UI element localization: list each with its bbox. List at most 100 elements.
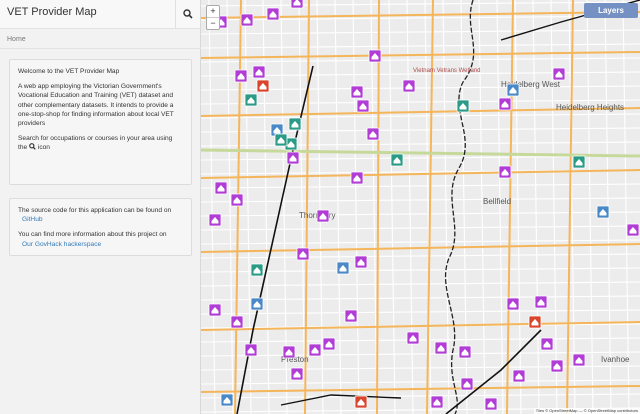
provider-marker[interactable] — [240, 13, 254, 27]
provider-marker[interactable] — [308, 343, 322, 357]
breadcrumb-home[interactable]: Home — [7, 36, 26, 43]
provider-marker[interactable] — [344, 309, 358, 323]
provider-marker[interactable] — [402, 79, 416, 93]
github-link[interactable]: GitHub — [22, 216, 43, 223]
provider-marker[interactable] — [250, 297, 264, 311]
minor-street — [262, 0, 270, 414]
provider-marker[interactable] — [286, 151, 300, 165]
provider-marker[interactable] — [350, 85, 364, 99]
provider-marker[interactable] — [456, 99, 470, 113]
search-hint: Search for occupations or courses in you… — [18, 134, 183, 152]
provider-marker[interactable] — [244, 343, 258, 357]
provider-marker[interactable] — [552, 67, 566, 81]
major-road — [304, 0, 310, 414]
source-code-text: The source code for this application can… — [18, 207, 172, 214]
provider-marker[interactable] — [230, 193, 244, 207]
provider-marker[interactable] — [274, 133, 288, 147]
provider-marker[interactable] — [458, 345, 472, 359]
minor-street — [201, 309, 640, 315]
minor-street — [334, 0, 342, 414]
provider-marker[interactable] — [256, 79, 270, 93]
provider-marker[interactable] — [336, 261, 350, 275]
provider-marker[interactable] — [214, 181, 228, 195]
provider-marker[interactable] — [220, 393, 234, 407]
map-canvas[interactable]: Heidelberg WestHeidelberg HeightsBellfie… — [201, 0, 640, 414]
provider-marker[interactable] — [484, 397, 498, 411]
minor-street — [550, 0, 558, 414]
provider-marker[interactable] — [296, 247, 310, 261]
major-road — [201, 51, 640, 59]
welcome-body: A web app employing the Victorian Govern… — [18, 83, 174, 128]
minor-street — [406, 0, 414, 414]
provider-marker[interactable] — [350, 171, 364, 185]
provider-marker[interactable] — [230, 315, 244, 329]
search-button[interactable] — [175, 0, 200, 28]
provider-marker[interactable] — [368, 49, 382, 63]
provider-marker[interactable] — [250, 263, 264, 277]
project-info-text: You can find more information about this… — [18, 231, 167, 239]
provider-marker[interactable] — [252, 65, 266, 79]
provider-marker[interactable] — [430, 395, 444, 409]
map-attribution: Tiles © OpenStreetMap — © OpenStreetMap … — [533, 408, 640, 414]
provider-marker[interactable] — [572, 353, 586, 367]
provider-marker[interactable] — [506, 297, 520, 311]
minor-street — [201, 43, 640, 49]
major-road — [506, 0, 514, 414]
map-labels: Heidelberg WestHeidelberg HeightsBellfie… — [281, 68, 630, 364]
minor-street — [478, 0, 486, 414]
source-code-line: The source code for this application can… — [18, 206, 183, 224]
zoom-control: + − — [206, 5, 220, 30]
provider-marker[interactable] — [626, 223, 640, 237]
provider-marker[interactable] — [366, 127, 380, 141]
minor-street — [201, 29, 640, 35]
map-label: Heidelberg Heights — [556, 103, 624, 112]
search-icon — [29, 143, 36, 151]
map-label: Vietnam Vetrans Wetland — [413, 68, 481, 74]
map-view[interactable]: Heidelberg West Heidelberg Heights Bellfie… — [201, 0, 640, 414]
minor-street — [201, 393, 640, 399]
provider-marker[interactable] — [550, 359, 564, 373]
provider-marker[interactable] — [572, 155, 586, 169]
divider — [0, 48, 200, 49]
provider-marker[interactable] — [234, 69, 248, 83]
provider-marker[interactable] — [460, 377, 474, 391]
map-label: Bellfield — [483, 197, 511, 206]
minor-street — [352, 0, 360, 414]
sidebar: VET Provider Map Home Welcome to the VET… — [0, 0, 201, 414]
provider-marker[interactable] — [596, 205, 610, 219]
minor-street — [298, 0, 306, 414]
provider-marker[interactable] — [354, 395, 368, 409]
provider-marker[interactable] — [498, 165, 512, 179]
provider-marker[interactable] — [528, 315, 542, 329]
zoom-in-button[interactable]: + — [207, 6, 219, 17]
provider-marker[interactable] — [506, 83, 520, 97]
minor-street — [201, 197, 640, 203]
provider-marker[interactable] — [354, 255, 368, 269]
govhack-link[interactable]: Our GovHack hackerspace — [22, 241, 101, 248]
provider-marker[interactable] — [434, 341, 448, 355]
provider-marker[interactable] — [406, 331, 420, 345]
freeway — [201, 148, 640, 158]
zoom-out-button[interactable]: − — [207, 17, 219, 29]
provider-marker[interactable] — [208, 213, 222, 227]
provider-marker[interactable] — [534, 295, 548, 309]
provider-marker[interactable] — [322, 337, 336, 351]
provider-marker[interactable] — [282, 345, 296, 359]
minor-street — [201, 57, 640, 63]
provider-marker[interactable] — [290, 0, 304, 9]
provider-marker[interactable] — [498, 97, 512, 111]
minor-street — [201, 211, 640, 217]
provider-marker[interactable] — [244, 93, 258, 107]
provider-marker[interactable] — [356, 99, 370, 113]
provider-marker[interactable] — [316, 209, 330, 223]
project-info-line: You can find more information about this… — [18, 230, 183, 248]
provider-marker[interactable] — [512, 369, 526, 383]
provider-marker[interactable] — [390, 153, 404, 167]
provider-marker[interactable] — [290, 367, 304, 381]
source-panel: The source code for this application can… — [9, 198, 192, 256]
provider-marker[interactable] — [266, 7, 280, 21]
provider-marker[interactable] — [288, 117, 302, 131]
provider-marker[interactable] — [208, 303, 222, 317]
layers-button[interactable]: Layers — [584, 3, 638, 18]
provider-marker[interactable] — [540, 337, 554, 351]
